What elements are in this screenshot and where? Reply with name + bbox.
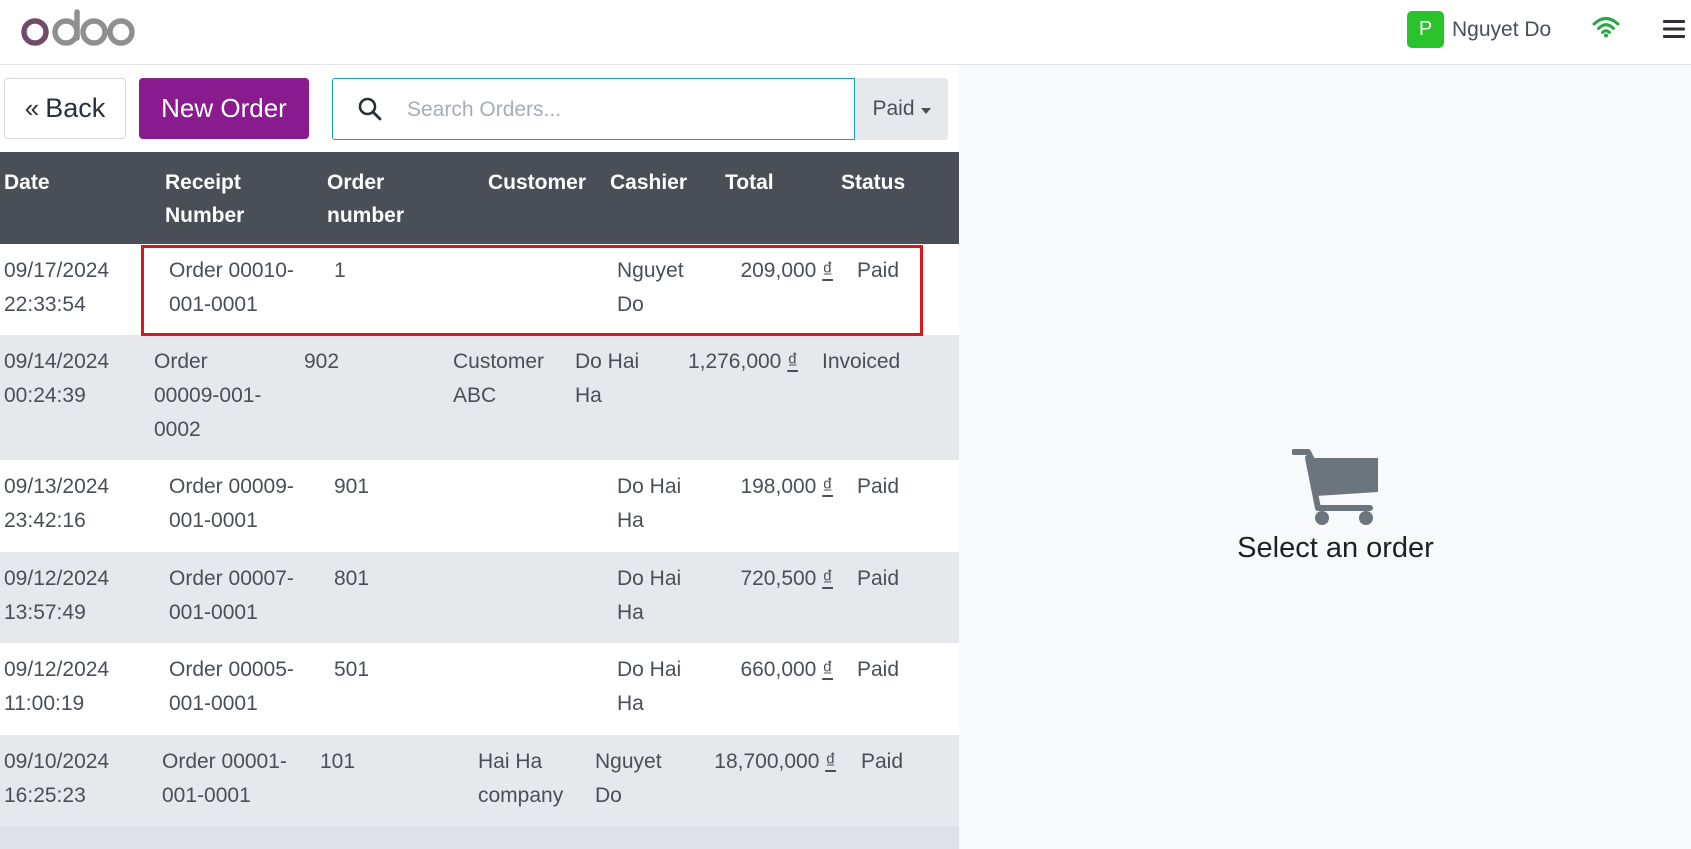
status-filter-value: Paid: [872, 97, 915, 120]
cell-status: Paid: [861, 750, 904, 773]
cell-customer: Hai Ha company: [478, 750, 564, 807]
cell-date: 09/12/2024 11:00:19: [4, 658, 110, 715]
cell-receipt-number: Order 00001- 001-0001: [162, 750, 287, 807]
back-button[interactable]: « Back: [4, 78, 126, 139]
cell-customer: Customer ABC: [453, 350, 545, 407]
cell-order-number: 902: [304, 350, 340, 373]
shopping-cart-icon: [1292, 449, 1378, 525]
orders-pane: « Back New Order Paid Date Rec: [0, 65, 959, 849]
column-header-cashier[interactable]: Cashier: [610, 166, 687, 199]
cell-order-number: 501: [334, 658, 370, 681]
cell-status: Paid: [857, 567, 900, 590]
empty-state-label: Select an order: [1237, 532, 1434, 564]
table-row[interactable]: 09/14/2024 00:24:39 Order 00009-001- 0002 9…: [0, 335, 959, 460]
cell-date: 09/13/2024 23:42:16: [4, 475, 110, 532]
status-filter-dropdown[interactable]: Paid: [855, 78, 948, 140]
cell-status: Paid: [857, 475, 900, 498]
cell-cashier: Do Hai Ha: [617, 658, 682, 715]
cell-cashier: Do Hai Ha: [617, 567, 682, 624]
caret-down-icon: [920, 107, 931, 114]
table-row[interactable]: 09/12/2024 13:57:49 Order 00007- 001-0001 …: [0, 552, 959, 643]
header-receipt-line2: Number: [165, 204, 245, 227]
search-box: [332, 78, 855, 141]
header-customer-label: Customer: [488, 171, 587, 194]
new-order-label: New Order: [161, 93, 287, 123]
control-bar: « Back New Order Paid: [0, 65, 959, 152]
user-name: Nguyet Do: [1452, 17, 1552, 41]
back-button-label: Back: [45, 93, 106, 123]
cell-status: Invoiced: [822, 350, 901, 373]
cell-total: 209,000 ₫: [740, 259, 833, 282]
column-header-receipt-number[interactable]: Receipt Number: [165, 166, 244, 232]
cell-receipt-number: Order 00005- 001-0001: [169, 658, 294, 715]
hamburger-menu-icon[interactable]: [1663, 19, 1685, 39]
cell-order-number: 101: [320, 750, 356, 773]
cell-date: 09/17/2024 22:33:54: [4, 259, 110, 316]
cell-receipt-number: Order 00009- 001-0001: [169, 475, 294, 532]
cell-total: 18,700,000 ₫: [714, 750, 836, 773]
cell-order-number: 901: [334, 475, 370, 498]
cell-total: 720,500 ₫: [740, 567, 833, 590]
new-order-button[interactable]: New Order: [139, 78, 309, 139]
table-row[interactable]: 09/10/2024 16:25:23 Order 00001- 001-0001 …: [0, 735, 959, 827]
cell-cashier: Do Hai Ha: [575, 350, 640, 407]
column-header-status[interactable]: Status: [841, 166, 905, 199]
cell-receipt-number: Order 00007- 001-0001: [169, 567, 294, 624]
cell-order-number: 801: [334, 567, 370, 590]
cell-status: Paid: [857, 658, 900, 681]
double-chevron-left-icon: «: [24, 93, 40, 123]
cell-date: 09/10/2024 16:25:23: [4, 750, 110, 807]
cell-cashier: Nguyet Do: [595, 750, 662, 807]
top-navbar: P Nguyet Do: [0, 0, 1691, 65]
search-group: Paid: [332, 78, 948, 141]
cell-receipt-number: Order 00010- 001-0001: [169, 259, 294, 316]
cell-status: Paid: [857, 259, 900, 282]
order-details-pane: Select an order: [959, 65, 1691, 849]
cell-cashier: Do Hai Ha: [617, 475, 682, 532]
search-input[interactable]: [405, 79, 839, 141]
column-header-date[interactable]: Date: [4, 166, 50, 199]
orders-table-body: 09/17/2024 22:33:54 Order 00010- 001-0001 …: [0, 244, 959, 827]
column-header-total[interactable]: Total: [725, 166, 774, 199]
header-order-line2: number: [327, 204, 405, 227]
cell-date: 09/14/2024 00:24:39: [4, 350, 110, 407]
user-menu[interactable]: P Nguyet Do: [1407, 11, 1551, 48]
header-date-label: Date: [4, 171, 50, 194]
orders-table-header: Date Receipt Number Order number Custome…: [0, 152, 959, 244]
odoo-logo: [21, 9, 135, 46]
wifi-icon[interactable]: [1592, 16, 1620, 38]
header-status-label: Status: [841, 171, 906, 194]
header-cashier-label: Cashier: [610, 171, 688, 194]
table-row[interactable]: 09/12/2024 11:00:19 Order 00005- 001-0001 …: [0, 643, 959, 735]
table-row[interactable]: 09/17/2024 22:33:54 Order 00010- 001-0001 …: [0, 244, 959, 335]
cell-total: 198,000 ₫: [740, 475, 833, 498]
cell-receipt-number: Order 00009-001- 0002: [154, 350, 262, 441]
cell-total: 1,276,000 ₫: [687, 350, 798, 373]
avatar: P: [1407, 11, 1444, 48]
cell-date: 09/12/2024 13:57:49: [4, 567, 110, 624]
table-row[interactable]: 09/13/2024 23:42:16 Order 00009- 001-0001 …: [0, 460, 959, 552]
cell-order-number: 1: [334, 259, 346, 282]
header-order-line1: Order: [327, 171, 385, 194]
cell-total: 660,000 ₫: [740, 658, 833, 681]
column-header-customer[interactable]: Customer: [488, 166, 586, 199]
search-icon: [358, 97, 382, 121]
cell-cashier: Nguyet Do: [617, 259, 684, 316]
header-total-label: Total: [725, 171, 774, 194]
header-receipt-line1: Receipt: [165, 171, 241, 194]
column-header-order-number[interactable]: Order number: [327, 166, 404, 232]
